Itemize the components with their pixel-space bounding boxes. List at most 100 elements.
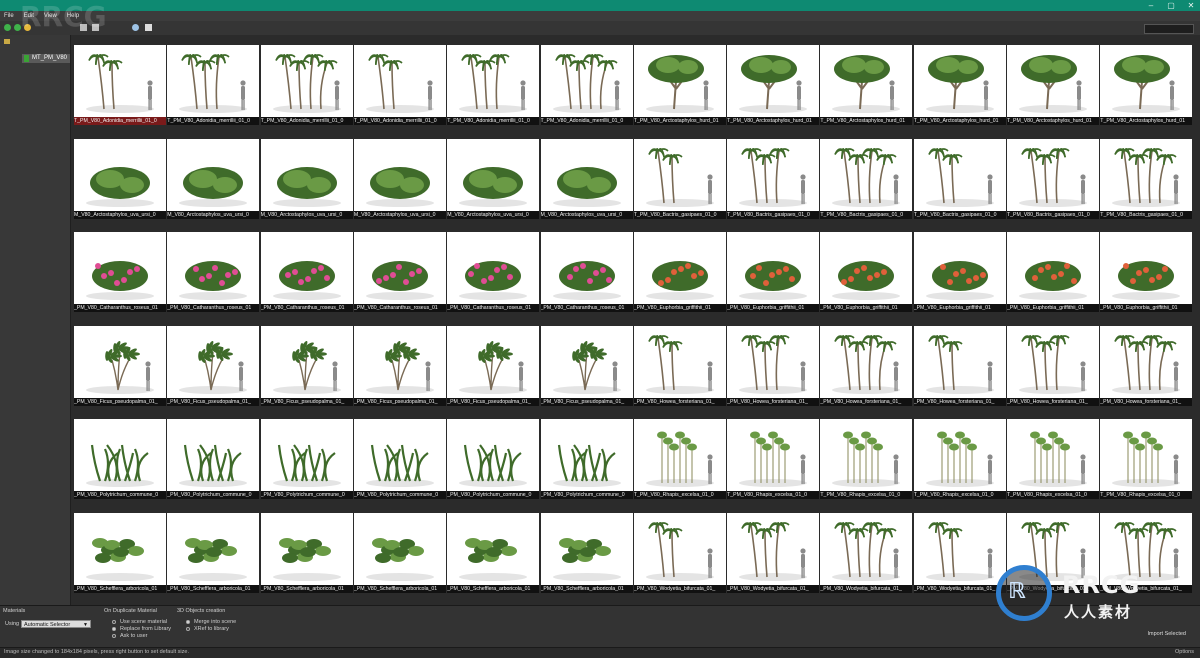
thumbnail-item[interactable]: _PM_V80_Howea_forsteriana_01_ — [727, 325, 820, 408]
thumbnail-item[interactable]: T_PM_V80_Bactris_gasipaes_01_0 — [820, 138, 913, 221]
thumbnail-item[interactable]: T_PM_V80_Bactris_gasipaes_01_0 — [1007, 138, 1099, 221]
thumbnail-item[interactable]: _PM_V80_Schefflera_arboricola_01 — [167, 512, 260, 595]
thumbnail-item[interactable]: T_PM_V80_Adonidia_merrillii_01_0 — [540, 45, 633, 127]
thumbnail-item[interactable]: _PM_V80_Schefflera_arboricola_01 — [353, 512, 446, 595]
tree-item-selected[interactable]: MT_PM_V80 — [22, 54, 71, 63]
thumbnail-caption: T_PM_V80_Rhapis_excelsa_01_0 — [913, 491, 1006, 499]
thumbnail-item[interactable]: _PM_V80_Catharanthus_roseus_01 — [74, 232, 166, 314]
thumbnail-item[interactable]: T_PM_V80_Rhapis_excelsa_01_0 — [820, 419, 913, 501]
thumbnail-item[interactable]: _PM_V80_Catharanthus_roseus_01 — [260, 232, 353, 314]
thumbnail-caption: _PM_V80_Euphorbia_griffithii_01 — [633, 304, 726, 312]
import-selected-button[interactable]: Import Selected — [1147, 631, 1186, 637]
thumbnail-item[interactable]: _PM_V80_Euphorbia_griffithii_01 — [913, 232, 1006, 314]
thumbnail-item[interactable]: _PM_V80_Polytrichum_commune_0 — [167, 419, 260, 501]
thumbnail-item[interactable]: _PM_V80_Euphorbia_griffithii_01 — [633, 232, 726, 314]
thumbnail-item[interactable]: _PM_V80_Wodyetia_bifurcata_01_ — [633, 512, 726, 595]
thumbnail-item[interactable]: M_V80_Arctostaphylos_uva_ursi_0 — [447, 138, 540, 221]
thumbnail-item[interactable]: T_PM_V80_Bactris_gasipaes_01_0 — [727, 138, 820, 221]
tree-root[interactable] — [4, 39, 10, 46]
thumbnail-item[interactable]: T_PM_V80_Arctostaphylos_hurd_01 — [727, 45, 820, 127]
thumbnail-item[interactable]: T_PM_V80_Arctostaphylos_hurd_01 — [820, 45, 913, 127]
objects-title: 3D Objects creation — [177, 608, 226, 614]
options-button[interactable]: Options — [1175, 649, 1194, 655]
thumbnail-item[interactable]: T_PM_V80_Bactris_gasipaes_01_0 — [633, 138, 726, 221]
thumbnail-item[interactable]: _PM_V80_Howea_forsteriana_01_ — [820, 325, 913, 408]
thumbnail-item[interactable]: M_V80_Arctostaphylos_uva_ursi_0 — [540, 138, 633, 221]
thumbnail-image — [633, 512, 726, 585]
thumbnail-item[interactable]: _PM_V80_Howea_forsteriana_01_ — [1007, 325, 1099, 408]
thumbnail-item[interactable]: T_PM_V80_Bactris_gasipaes_01_0 — [913, 138, 1006, 221]
radio-merge[interactable] — [186, 620, 190, 624]
thumbnail-item[interactable]: T_PM_V80_Arctostaphylos_hurd_01 — [913, 45, 1006, 127]
thumbnail-item[interactable]: _PM_V80_Ficus_pseudopalma_01_ — [167, 325, 260, 408]
thumbnail-item[interactable]: _PM_V80_Polytrichum_commune_0 — [74, 419, 166, 501]
thumbnail-item[interactable]: _PM_V80_Schefflera_arboricola_01 — [447, 512, 540, 595]
thumbnail-item[interactable]: T_PM_V80_Arctostaphylos_hurd_01 — [1100, 45, 1193, 127]
minimize-button[interactable]: – — [1146, 1, 1156, 10]
thumbnail-item[interactable]: _PM_V80_Catharanthus_roseus_01 — [167, 232, 260, 314]
thumbnail-item[interactable]: _PM_V80_Ficus_pseudopalma_01_ — [260, 325, 353, 408]
thumbnail-item[interactable]: T_PM_V80_Rhapis_excelsa_01_0 — [1100, 419, 1193, 501]
radio-ask-user[interactable] — [112, 634, 116, 638]
thumbnail-item[interactable]: _PM_V80_Polytrichum_commune_0 — [260, 419, 353, 501]
thumbnail-item[interactable]: _PM_V80_Euphorbia_griffithii_01 — [820, 232, 913, 314]
thumbnail-item[interactable]: _PM_V80_Euphorbia_griffithii_01 — [1100, 232, 1193, 314]
thumbnail-item[interactable]: T_PM_V80_Adonidia_merrillii_01_0 — [353, 45, 446, 127]
thumbnail-item[interactable]: _PM_V80_Polytrichum_commune_0 — [540, 419, 633, 501]
thumbnail-item[interactable]: _PM_V80_Catharanthus_roseus_01 — [447, 232, 540, 314]
radio-xref[interactable] — [186, 627, 190, 631]
thumbnail-item[interactable]: _PM_V80_Polytrichum_commune_0 — [353, 419, 446, 501]
radio-use-scene[interactable] — [112, 620, 116, 624]
close-button[interactable]: ✕ — [1186, 1, 1196, 10]
thumbnail-item[interactable]: T_PM_V80_Arctostaphylos_hurd_01 — [633, 45, 726, 127]
thumbnail-item[interactable]: _PM_V80_Ficus_pseudopalma_01_ — [447, 325, 540, 408]
info-icon[interactable] — [145, 24, 152, 31]
thumbnail-item[interactable]: _PM_V80_Howea_forsteriana_01_ — [633, 325, 726, 408]
thumbnail-item[interactable]: _PM_V80_Ficus_pseudopalma_01_ — [540, 325, 633, 408]
thumbnail-item[interactable]: M_V80_Arctostaphylos_uva_ursi_0 — [167, 138, 260, 221]
tree-item-label: MT_PM_V80 — [32, 55, 68, 61]
thumbnail-item[interactable]: _PM_V80_Euphorbia_griffithii_01 — [1007, 232, 1099, 314]
thumbnail-item[interactable]: T_PM_V80_Arctostaphylos_hurd_01 — [1007, 45, 1099, 127]
search-input[interactable] — [1144, 24, 1194, 34]
maximize-button[interactable]: ▢ — [1166, 1, 1176, 10]
radio-ask-user-label: Ask to user — [120, 633, 148, 639]
thumbnail-item[interactable]: _PM_V80_Schefflera_arboricola_01 — [74, 512, 166, 595]
thumbnail-item[interactable]: _PM_V80_Schefflera_arboricola_01 — [260, 512, 353, 595]
thumbnail-item[interactable]: T_PM_V80_Bactris_gasipaes_01_0 — [1100, 138, 1193, 221]
thumbnail-caption: _PM_V80_Catharanthus_roseus_01 — [260, 304, 353, 312]
thumbnail-item[interactable]: T_PM_V80_Adonidia_merrillii_01_0 — [447, 45, 540, 127]
back-icon[interactable] — [4, 24, 11, 31]
thumbnail-image — [1100, 232, 1193, 304]
thumbnail-image — [633, 325, 726, 398]
thumbnail-item[interactable]: M_V80_Arctostaphylos_uva_ursi_0 — [353, 138, 446, 221]
thumbnail-item[interactable]: M_V80_Arctostaphylos_uva_ursi_0 — [260, 138, 353, 221]
thumbnail-item[interactable]: _PM_V80_Wodyetia_bifurcata_01_ — [727, 512, 820, 595]
thumbnail-item[interactable]: _PM_V80_Ficus_pseudopalma_01_ — [74, 325, 166, 408]
thumbnail-item[interactable]: _PM_V80_Howea_forsteriana_01_ — [1100, 325, 1193, 408]
zoom-icon[interactable] — [132, 24, 139, 31]
thumbnail-item[interactable]: T_PM_V80_Adonidia_merrillii_01_0 — [74, 45, 166, 127]
thumbnail-image — [260, 512, 353, 585]
menu-file[interactable]: File — [4, 11, 14, 21]
thumbnail-item[interactable]: _PM_V80_Catharanthus_roseus_01 — [353, 232, 446, 314]
thumbnail-caption: _PM_V80_Polytrichum_commune_0 — [74, 491, 166, 499]
thumbnail-caption: M_V80_Arctostaphylos_uva_ursi_0 — [353, 210, 446, 219]
thumbnail-item[interactable]: _PM_V80_Howea_forsteriana_01_ — [913, 325, 1006, 408]
thumbnail-item[interactable]: T_PM_V80_Adonidia_merrillii_01_0 — [167, 45, 260, 127]
thumbnail-item[interactable]: _PM_V80_Schefflera_arboricola_01 — [540, 512, 633, 595]
thumbnail-item[interactable]: M_V80_Arctostaphylos_uva_ursi_0 — [74, 138, 166, 221]
thumbnail-item[interactable]: T_PM_V80_Rhapis_excelsa_01_0 — [633, 419, 726, 501]
thumbnail-item[interactable]: _PM_V80_Ficus_pseudopalma_01_ — [353, 325, 446, 408]
thumbnail-item[interactable]: T_PM_V80_Rhapis_excelsa_01_0 — [1007, 419, 1099, 501]
thumbnail-item[interactable]: _PM_V80_Wodyetia_bifurcata_01_ — [820, 512, 913, 595]
thumbnail-item[interactable]: T_PM_V80_Rhapis_excelsa_01_0 — [913, 419, 1006, 501]
using-select[interactable]: Automatic Selector ▼ — [21, 620, 91, 628]
thumbnail-item[interactable]: _PM_V80_Catharanthus_roseus_01 — [540, 232, 633, 314]
thumbnail-item[interactable]: _PM_V80_Polytrichum_commune_0 — [447, 419, 540, 501]
thumbnail-image — [820, 45, 913, 117]
thumbnail-item[interactable]: _PM_V80_Euphorbia_griffithii_01 — [727, 232, 820, 314]
radio-replace-library[interactable] — [112, 627, 116, 631]
thumbnail-item[interactable]: T_PM_V80_Adonidia_merrillii_01_0 — [260, 45, 353, 127]
thumbnail-item[interactable]: T_PM_V80_Rhapis_excelsa_01_0 — [727, 419, 820, 501]
